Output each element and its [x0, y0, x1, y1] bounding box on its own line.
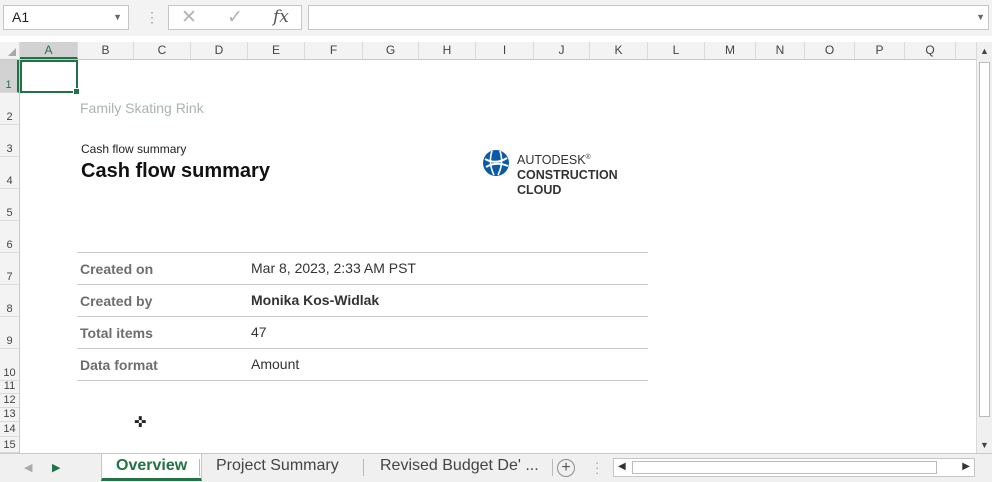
scroll-left-icon[interactable]: ◀ [618, 461, 626, 472]
report-subtitle: Cash flow summary [81, 142, 187, 156]
detail-label: Total items [80, 325, 153, 341]
scroll-down-icon[interactable]: ▼ [980, 440, 989, 450]
column-header-b[interactable]: B [78, 42, 134, 59]
name-box[interactable]: A1 ▼ [3, 5, 129, 30]
row-headers: 1 2 3 4 5 6 7 8 9 10 11 12 13 14 15 [0, 60, 20, 453]
column-headers: ABCDEFGHIJKLMNOPQ [0, 42, 976, 60]
column-header-f[interactable]: F [305, 42, 363, 59]
formula-buttons: ✕ ✓ fx [168, 5, 302, 30]
formula-bar: A1 ▼ ⋮ ✕ ✓ fx ▼ [0, 0, 992, 36]
report-title: Cash flow summary [81, 160, 270, 182]
column-header-e[interactable]: E [248, 42, 305, 59]
scroll-right-icon[interactable]: ▶ [962, 461, 970, 472]
previous-sheet-icon[interactable]: ◀ [24, 461, 32, 474]
row-header-2[interactable]: 2 [0, 93, 19, 125]
tab-separator [552, 459, 553, 476]
autodesk-logo-icon [483, 150, 509, 176]
logo-trademark: ® [585, 154, 591, 161]
row-header-5[interactable]: 5 [0, 189, 19, 221]
column-header-q[interactable]: Q [905, 42, 956, 59]
insert-function-button[interactable]: fx [273, 6, 289, 29]
table-divider [77, 284, 648, 285]
sheet-tab-overview[interactable]: Overview [101, 454, 203, 481]
table-divider [77, 380, 648, 381]
detail-label: Created by [80, 293, 153, 309]
logo-line-2: CONSTRUCTION [517, 168, 618, 183]
formula-bar-grip-icon[interactable]: ⋮ [145, 9, 159, 25]
column-header-g[interactable]: G [363, 42, 419, 59]
column-header-d[interactable]: D [191, 42, 248, 59]
column-header-p[interactable]: P [855, 42, 905, 59]
column-header-m[interactable]: M [705, 42, 756, 59]
row-header-3[interactable]: 3 [0, 125, 19, 157]
row-header-13[interactable]: 13 [0, 408, 19, 422]
sheet-tab-revised-budget-de[interactable]: Revised Budget De' ... [366, 454, 553, 481]
table-divider [77, 252, 648, 253]
name-box-value: A1 [12, 9, 30, 25]
column-header-j[interactable]: J [534, 42, 590, 59]
column-header-a[interactable]: A [20, 42, 78, 59]
chevron-down-icon[interactable]: ▼ [113, 6, 122, 29]
sheet-tab-bar: ◀ ▶ Overview Project Summary Revised Budge… [0, 453, 992, 482]
checkmark-icon[interactable]: ✓ [227, 6, 243, 29]
row-header-12[interactable]: 12 [0, 394, 19, 408]
row-header-9[interactable]: 9 [0, 317, 19, 349]
vertical-scrollbar[interactable]: ▲ ▼ [976, 42, 992, 453]
vertical-scroll-thumb[interactable] [979, 62, 990, 417]
logo-line-1: AUTODESK [517, 153, 586, 168]
plus-circle-icon[interactable]: + [557, 459, 575, 477]
detail-label: Created on [80, 261, 154, 277]
column-header-k[interactable]: K [590, 42, 648, 59]
autodesk-construction-cloud-logo: AUTODESK® CONSTRUCTION CLOUD [482, 149, 618, 197]
column-header-h[interactable]: H [419, 42, 476, 59]
row-header-4[interactable]: 4 [0, 157, 19, 189]
sheet-tab-project-summary[interactable]: Project Summary [202, 454, 353, 481]
formula-input[interactable]: ▼ [308, 5, 989, 30]
row-header-1[interactable]: 1 [0, 60, 19, 93]
tab-separator [199, 459, 200, 476]
next-sheet-icon[interactable]: ▶ [52, 461, 60, 474]
column-header-i[interactable]: I [476, 42, 534, 59]
table-divider [77, 316, 648, 317]
table-divider [77, 348, 648, 349]
detail-label: Data format [80, 357, 158, 373]
tab-split-grip-icon[interactable]: · · · [595, 456, 599, 479]
row-header-15[interactable]: 15 [0, 437, 19, 453]
detail-value: Monika Kos-Widlak [251, 292, 380, 308]
column-header-o[interactable]: O [805, 42, 855, 59]
row-header-10[interactable]: 10 [0, 349, 19, 381]
row-header-14[interactable]: 14 [0, 422, 19, 437]
row-header-8[interactable]: 8 [0, 285, 19, 317]
close-icon[interactable]: ✕ [181, 6, 197, 29]
select-all-button[interactable] [0, 42, 20, 59]
expand-formula-bar-icon[interactable]: ▼ [976, 12, 985, 22]
logo-line-3: CLOUD [517, 183, 562, 198]
company-name: Family Skating Rink [80, 100, 204, 116]
column-header-c[interactable]: C [134, 42, 191, 59]
cell-select-cross-icon: ✜ [134, 414, 147, 431]
scroll-up-icon[interactable]: ▲ [980, 46, 989, 56]
row-header-6[interactable]: 6 [0, 221, 19, 253]
selected-cell-a1[interactable] [20, 60, 80, 95]
row-header-7[interactable]: 7 [0, 253, 19, 285]
column-header-l[interactable]: L [648, 42, 705, 59]
detail-value: 47 [251, 324, 267, 340]
row-header-11[interactable]: 11 [0, 380, 19, 394]
tab-separator [363, 459, 364, 476]
horizontal-scrollbar[interactable]: ◀ ▶ [613, 458, 975, 477]
detail-value: Amount [251, 356, 300, 372]
column-header-n[interactable]: N [756, 42, 805, 59]
detail-value: Mar 8, 2023, 2:33 AM PST [251, 260, 416, 276]
horizontal-scroll-thumb[interactable] [632, 461, 937, 474]
